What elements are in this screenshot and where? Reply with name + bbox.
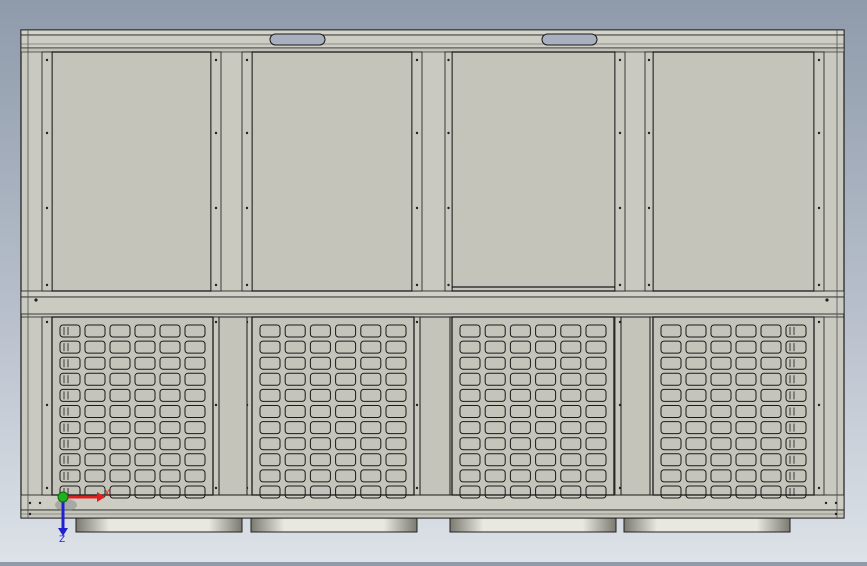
- upper-panel-1: [51, 51, 212, 292]
- blank-bay-1: [218, 316, 248, 496]
- foot-4: [623, 517, 791, 533]
- upper-panel-3: [451, 51, 616, 292]
- x-axis-label: X: [104, 489, 110, 499]
- cad-viewport: X Z: [0, 0, 867, 562]
- middle-band: [20, 290, 845, 318]
- grille-4: [652, 316, 815, 499]
- upper-panel-4: [652, 51, 815, 292]
- lifting-handle-left: [269, 33, 326, 46]
- y-axis-dot: [57, 491, 69, 503]
- foot-3: [449, 517, 617, 533]
- z-axis-label: Z: [59, 535, 65, 545]
- unit-front-elevation: X Z: [20, 29, 845, 545]
- blank-bay-2: [419, 316, 451, 496]
- base-feet: [75, 517, 791, 533]
- grille-1: [51, 316, 214, 499]
- foot-1: [75, 517, 243, 533]
- post-8: [813, 51, 825, 496]
- lifting-handle-right: [541, 33, 598, 46]
- top-rail: [20, 29, 845, 53]
- post-1: [41, 51, 53, 496]
- grille-2: [251, 316, 415, 499]
- foot-2: [250, 517, 418, 533]
- upper-panel-2: [251, 51, 413, 292]
- blank-bay-3: [620, 316, 651, 496]
- grille-3: [451, 316, 615, 499]
